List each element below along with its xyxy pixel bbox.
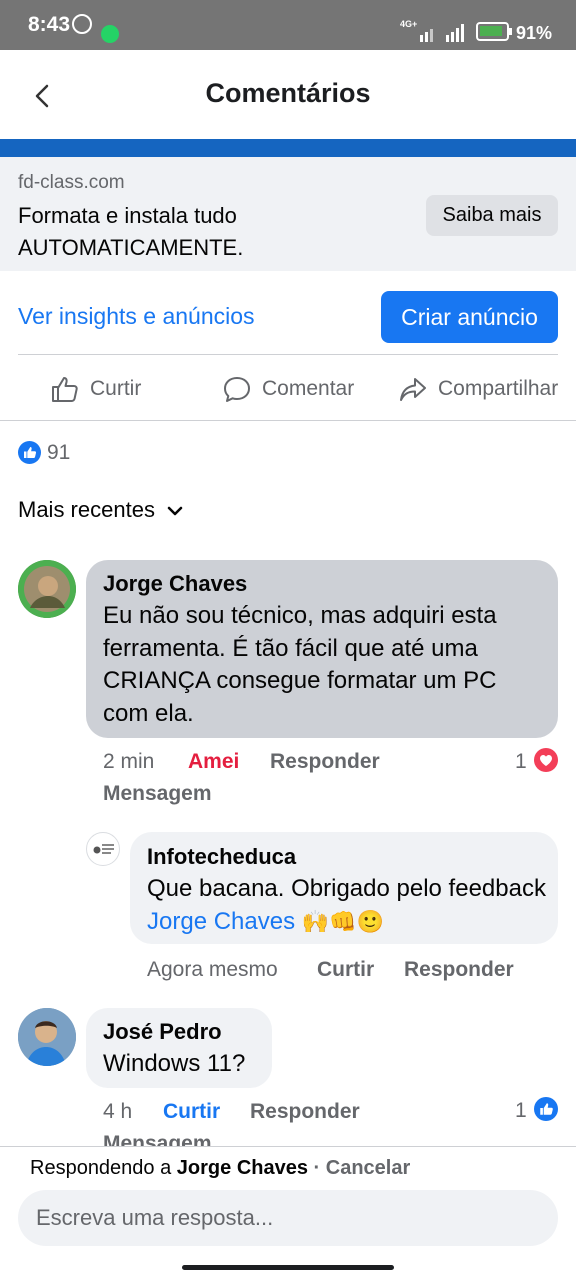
comments-screen: 8:43 4G+ 91% Comentários fd-class.com Fo…: [0, 0, 576, 1280]
share-arrow-icon: [400, 378, 426, 401]
whatsapp-icon: [101, 25, 119, 43]
comment-time: Agora mesmo: [147, 958, 278, 981]
ad-media-strip: [0, 139, 576, 157]
emoji-reactions: 🙌👊🙂: [301, 909, 384, 935]
reaction-count[interactable]: 91: [47, 441, 70, 465]
like-action-button[interactable]: Curtir: [50, 372, 141, 406]
avatar-image: [18, 560, 76, 618]
like-reaction-icon: [18, 441, 41, 464]
comment-action-label: Comentar: [262, 377, 355, 400]
signal-icon: [420, 24, 464, 42]
reply-input[interactable]: [18, 1190, 558, 1246]
chevron-down-icon: [167, 506, 183, 516]
replying-prefix: Respondendo a: [30, 1157, 177, 1179]
status-time: 8:43: [28, 13, 71, 36]
replying-name: Jorge Chaves: [176, 1157, 308, 1179]
avatar[interactable]: [18, 1008, 76, 1066]
ad-headline: Formata e instala tudo AUTOMATICAMENTE.: [18, 203, 244, 260]
alarm-icon: [72, 14, 92, 34]
reply-button[interactable]: Responder: [270, 750, 380, 774]
comment-time: 2 min: [103, 750, 155, 773]
ad-domain: fd-class.com: [18, 172, 125, 193]
reaction-count: 1: [515, 750, 527, 773]
learn-more-button[interactable]: Saiba mais: [426, 195, 558, 236]
battery-tip: [509, 28, 512, 35]
comment-action-button[interactable]: Comentar: [222, 372, 354, 406]
avatar[interactable]: [18, 560, 76, 618]
network-type-label: 4G+: [400, 19, 418, 29]
avatar-image: [18, 1008, 76, 1066]
infotecheduca-logo-icon: [93, 844, 114, 854]
battery-percent: 91%: [516, 23, 553, 43]
sort-dropdown[interactable]: Mais recentes: [18, 497, 183, 523]
commenter-name[interactable]: José Pedro: [103, 1019, 222, 1045]
insights-link[interactable]: Ver insights e anúncios: [18, 303, 255, 330]
comment-text: Que bacana. Obrigado pelo feedback Jorge…: [147, 873, 547, 939]
create-ad-button[interactable]: Criar anúncio: [381, 291, 558, 343]
commenter-name[interactable]: Infotecheduca: [147, 844, 296, 870]
comment-text-body: Que bacana. Obrigado pelo feedback: [147, 875, 546, 902]
comment-bubble-icon: [224, 377, 250, 402]
reply-button[interactable]: Responder: [404, 958, 514, 982]
home-indicator[interactable]: [182, 1265, 394, 1270]
comment-text: Eu não sou técnico, mas adquiri esta fer…: [103, 602, 497, 727]
reaction-count: 1: [515, 1099, 527, 1122]
like-reaction-icon[interactable]: [534, 1097, 558, 1121]
comment-text: Windows 11?: [103, 1050, 246, 1077]
divider: [18, 354, 558, 355]
share-action-button[interactable]: Compartilhar: [398, 372, 558, 406]
like-button[interactable]: Curtir: [163, 1100, 220, 1124]
divider: [0, 420, 576, 421]
avatar[interactable]: [86, 832, 120, 866]
thumbs-up-icon: [52, 377, 78, 402]
separator: ·: [307, 1157, 326, 1179]
sort-label: Mais recentes: [18, 497, 155, 522]
reply-button[interactable]: Responder: [250, 1100, 360, 1124]
heart-reaction-icon[interactable]: [534, 748, 558, 772]
message-button[interactable]: Mensagem: [103, 782, 212, 806]
share-action-label: Compartilhar: [438, 377, 559, 400]
battery-icon: [476, 22, 509, 41]
replying-to-bar: Respondendo a Jorge Chaves · Cancelar: [30, 1157, 410, 1180]
mention-link[interactable]: Jorge Chaves: [147, 908, 295, 935]
page-title: Comentários: [205, 78, 371, 108]
commenter-name[interactable]: Jorge Chaves: [103, 571, 247, 597]
like-button[interactable]: Curtir: [317, 958, 374, 982]
reaction-label[interactable]: Amei: [188, 750, 239, 774]
cancel-reply-button[interactable]: Cancelar: [326, 1157, 411, 1179]
back-arrow-icon[interactable]: [32, 82, 54, 110]
comment-time: 4 h: [103, 1100, 133, 1123]
like-action-label: Curtir: [90, 377, 142, 400]
